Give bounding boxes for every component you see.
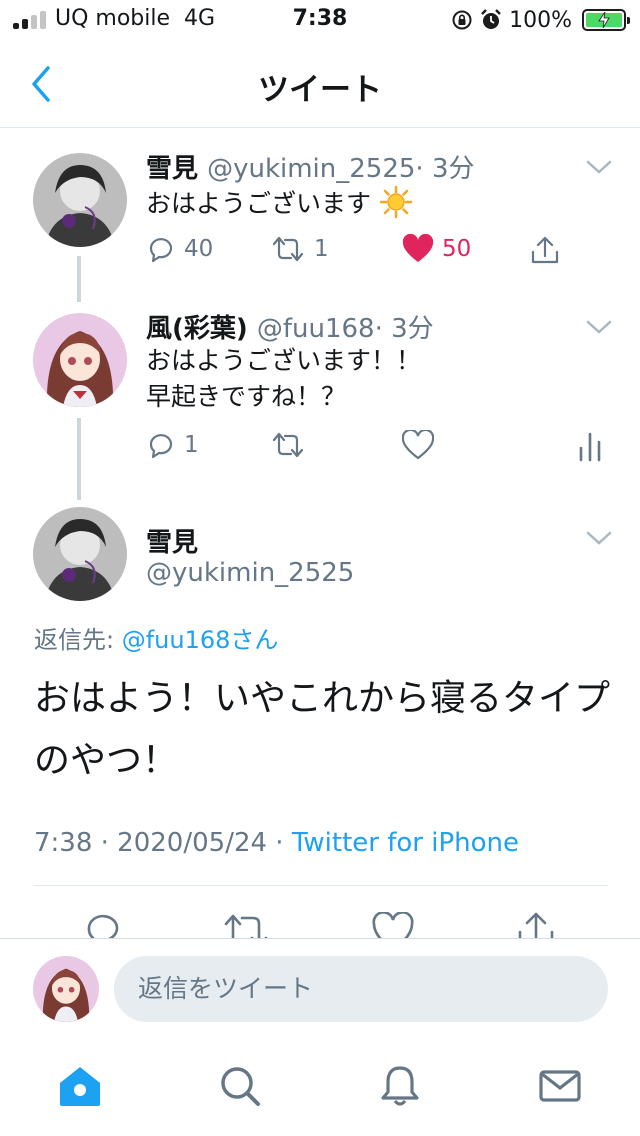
main-tweet-actions — [0, 900, 640, 938]
chevron-down-icon[interactable] — [586, 159, 612, 175]
reply-to-link[interactable]: @fuu168さん — [122, 626, 279, 654]
reply-icon[interactable] — [84, 910, 124, 938]
retweet-button[interactable]: 1 — [270, 234, 329, 264]
messages-icon[interactable] — [538, 1064, 582, 1108]
tweet-author[interactable]: 風(彩葉) @fuu168· 3分 — [146, 308, 434, 345]
battery-charging-icon — [582, 9, 630, 31]
retweet-button[interactable] — [270, 430, 306, 460]
share-icon — [531, 236, 559, 264]
share-icon[interactable] — [516, 910, 556, 938]
reply-button[interactable]: 40 — [146, 234, 213, 264]
nav-bar: ツイート — [0, 40, 640, 128]
retweet-icon — [272, 236, 304, 262]
reply-bar: 返信をツイート — [0, 938, 640, 1038]
tweet-time: · 3分 — [374, 314, 434, 344]
status-bar: UQ mobile 4G 7:38 100% — [0, 0, 640, 40]
thread-line — [77, 256, 81, 302]
main-tweet-handle[interactable]: @yukimin_2525 — [146, 558, 354, 588]
tweet-date: · 2020/05/24 · — [92, 828, 292, 858]
page-title: ツイート — [258, 72, 382, 108]
tweet-text-line: 早起きですね！？ — [146, 382, 347, 411]
tweet-handle: @yukimin_2525 — [207, 154, 416, 184]
thread-line — [77, 418, 81, 500]
status-right: 100% — [451, 6, 630, 34]
reply-to: 返信先: @fuu168さん — [34, 626, 279, 654]
rotation-lock-icon — [452, 10, 472, 30]
reply-icon — [149, 238, 173, 263]
tweet-author[interactable]: 雪見 @yukimin_2525· 3分 — [146, 148, 475, 185]
chevron-down-icon[interactable] — [586, 319, 612, 335]
alarm-icon — [481, 9, 501, 29]
tweet-timestamp: 7:38 — [34, 828, 93, 858]
tweet-meta: 7:38 · 2020/05/24 · Twitter for iPhone — [34, 828, 519, 858]
tweet-text: おはようございます — [146, 185, 413, 222]
like-button[interactable] — [402, 430, 434, 460]
divider — [34, 885, 608, 886]
notifications-icon[interactable] — [378, 1064, 422, 1108]
retweet-icon[interactable] — [222, 912, 270, 938]
reply-button[interactable]: 1 — [146, 430, 199, 460]
avatar-fuu[interactable] — [33, 313, 127, 407]
chevron-down-icon[interactable] — [586, 530, 612, 546]
avatar-yukimin[interactable] — [33, 507, 127, 601]
analytics-button[interactable] — [578, 430, 602, 462]
search-icon[interactable] — [218, 1064, 262, 1108]
share-button[interactable] — [529, 234, 561, 266]
analytics-icon — [579, 432, 601, 462]
main-tweet-author[interactable]: 雪見 — [146, 522, 198, 559]
tweet-handle: @fuu168 — [256, 314, 375, 344]
reply-input[interactable]: 返信をツイート — [114, 956, 608, 1022]
tweet-time: · 3分 — [415, 154, 475, 184]
heart-filled-icon — [402, 234, 434, 262]
sun-emoji — [379, 185, 413, 219]
reply-icon — [149, 434, 173, 459]
tweet-text-line: おはようございます！！ — [146, 346, 422, 375]
home-icon[interactable] — [58, 1064, 102, 1108]
like-button[interactable]: 50 — [402, 234, 471, 264]
tweet-source-link[interactable]: Twitter for iPhone — [292, 828, 519, 858]
retweet-icon — [272, 432, 304, 458]
tab-bar — [0, 1038, 640, 1136]
my-avatar[interactable] — [33, 956, 99, 1022]
heart-icon[interactable] — [372, 912, 414, 938]
heart-icon — [402, 430, 434, 460]
battery-percent: 100% — [509, 7, 572, 33]
avatar-yukimin[interactable] — [33, 153, 127, 247]
main-tweet-text: おはよう！いやこれから寝るタイプのやつ！ — [34, 678, 611, 781]
